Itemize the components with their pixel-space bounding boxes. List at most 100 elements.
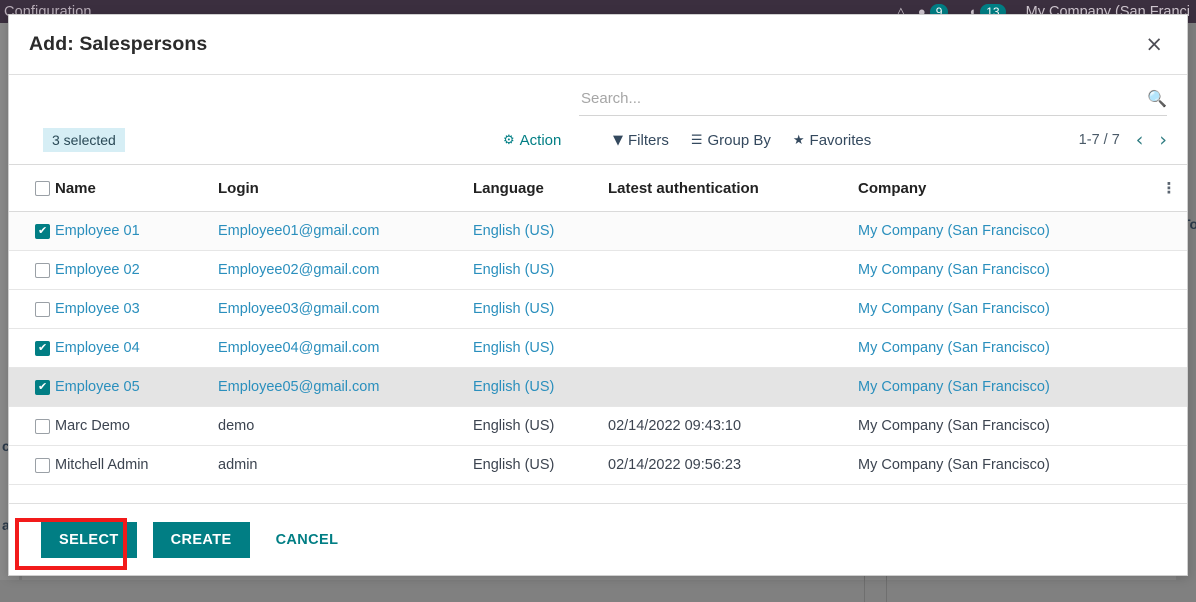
cell-login: admin <box>218 445 473 485</box>
add-salespersons-dialog: Add: Salespersons × 🔍 3 selected ⚙ Actio… <box>8 14 1188 576</box>
row-select-cell <box>9 250 55 290</box>
cell-company-link[interactable]: My Company (San Francisco) <box>858 379 1050 395</box>
group-by-button[interactable]: ☰ Group By <box>691 132 771 149</box>
cell-login-link[interactable]: Employee05@gmail.com <box>218 379 379 395</box>
cancel-button[interactable]: CANCEL <box>270 531 345 549</box>
cell-latest-authentication <box>608 328 858 368</box>
cell-company: My Company (San Francisco) <box>858 211 1151 251</box>
row-checkbox[interactable] <box>35 223 50 239</box>
cell-name: Employee 03 <box>55 289 218 329</box>
header-name[interactable]: Name <box>55 164 218 212</box>
cell-name: Employee 05 <box>55 367 218 407</box>
header-login[interactable]: Login <box>218 164 473 212</box>
search-icon[interactable]: 🔍 <box>1147 89 1167 108</box>
cell-company: My Company (San Francisco) <box>858 445 1151 485</box>
row-checkbox[interactable] <box>35 301 50 317</box>
table-head: Name Login Language Latest authenticatio… <box>9 164 1187 212</box>
row-checkbox[interactable] <box>35 457 50 473</box>
search-bar[interactable]: 🔍 <box>579 89 1167 116</box>
cell-language-link[interactable]: English (US) <box>473 340 554 356</box>
filter-icon: ▼ <box>613 132 623 148</box>
toolbar-row: 3 selected ⚙ Action ▼ Filters ☰ Group By… <box>9 116 1187 164</box>
cell-company: My Company (San Francisco) <box>858 250 1151 290</box>
cell-company-link[interactable]: My Company (San Francisco) <box>858 262 1050 278</box>
filters-button[interactable]: ▼ Filters <box>613 132 669 149</box>
table-row[interactable]: Employee 04 Employee04@gmail.com English (… <box>9 328 1187 368</box>
select-button[interactable]: SELECT <box>41 521 137 558</box>
cell-latest-authentication <box>608 211 858 251</box>
close-icon[interactable]: × <box>1139 30 1169 59</box>
table-row[interactable]: Employee 05 Employee05@gmail.com English (… <box>9 367 1187 407</box>
cell-login-link[interactable]: Employee04@gmail.com <box>218 340 379 356</box>
cell-login-link[interactable]: Employee01@gmail.com <box>218 223 379 239</box>
records-table: Name Login Language Latest authenticatio… <box>9 164 1187 485</box>
action-button[interactable]: ⚙ Action <box>503 132 561 149</box>
pager-next-icon[interactable]: › <box>1159 130 1167 150</box>
header-options-cell: ⋮ <box>1151 164 1187 212</box>
cell-company-link[interactable]: My Company (San Francisco) <box>858 301 1050 317</box>
row-options-cell <box>1151 367 1187 407</box>
row-select-cell <box>9 328 55 368</box>
cell-name-link[interactable]: Employee 01 <box>55 223 140 239</box>
table-row[interactable]: Marc Demo demo English (US) 02/14/2022 09:4… <box>9 406 1187 446</box>
cell-name: Mitchell Admin <box>55 445 218 485</box>
cell-company-link[interactable]: My Company (San Francisco) <box>858 340 1050 356</box>
control-panel: 🔍 3 selected ⚙ Action ▼ Filters ☰ Group … <box>9 75 1187 164</box>
favorites-label: Favorites <box>809 131 872 149</box>
cell-company-link[interactable]: My Company (San Francisco) <box>858 223 1050 239</box>
pager-previous-icon[interactable]: ‹ <box>1136 130 1144 150</box>
table-row[interactable]: Mitchell Admin admin English (US) 02/14/202… <box>9 445 1187 485</box>
row-select-cell <box>9 367 55 407</box>
cell-login-link[interactable]: Employee02@gmail.com <box>218 262 379 278</box>
row-select-cell <box>9 445 55 485</box>
cell-name-link[interactable]: Employee 05 <box>55 379 140 395</box>
list-icon: ☰ <box>690 132 703 148</box>
table-body: Employee 01 Employee01@gmail.com English (… <box>9 211 1187 485</box>
header-latest-authentication[interactable]: Latest authentication <box>608 164 858 212</box>
cell-language-link[interactable]: English (US) <box>473 262 554 278</box>
cell-name-link[interactable]: Employee 04 <box>55 340 140 356</box>
cell-login: Employee01@gmail.com <box>218 211 473 251</box>
table-row[interactable]: Employee 01 Employee01@gmail.com English (… <box>9 211 1187 251</box>
header-company[interactable]: Company <box>858 164 1151 212</box>
cell-language-link[interactable]: English (US) <box>473 223 554 239</box>
row-options-cell <box>1151 289 1187 329</box>
table-row[interactable]: Employee 02 Employee02@gmail.com English (… <box>9 250 1187 290</box>
background-bottom-strip <box>0 580 1196 602</box>
pager-count: 1-7 / 7 <box>1078 132 1120 148</box>
header-select-all-cell <box>9 164 55 212</box>
vertical-dots-icon[interactable]: ⋮ <box>1162 179 1177 197</box>
cell-name-link[interactable]: Employee 02 <box>55 262 140 278</box>
row-options-cell <box>1151 328 1187 368</box>
create-button[interactable]: CREATE <box>152 521 250 558</box>
row-checkbox[interactable] <box>35 418 50 434</box>
row-checkbox[interactable] <box>35 340 50 356</box>
cell-language: English (US) <box>473 445 608 485</box>
row-checkbox[interactable] <box>35 379 50 395</box>
cell-language: English (US) <box>473 289 608 329</box>
select-all-checkbox[interactable] <box>35 181 50 197</box>
filters-label: Filters <box>628 131 669 149</box>
favorites-button[interactable]: ★ Favorites <box>793 132 871 149</box>
cell-language-link[interactable]: English (US) <box>473 379 554 395</box>
pager: 1-7 / 7 ‹ › <box>1078 130 1167 150</box>
table-row[interactable]: Employee 03 Employee03@gmail.com English (… <box>9 289 1187 329</box>
search-input[interactable] <box>579 89 1140 108</box>
records-table-container: Name Login Language Latest authenticatio… <box>9 164 1187 503</box>
cell-company: My Company (San Francisco) <box>858 289 1151 329</box>
cell-login-link[interactable]: Employee03@gmail.com <box>218 301 379 317</box>
cell-name-link[interactable]: Employee 03 <box>55 301 140 317</box>
row-checkbox[interactable] <box>35 262 50 278</box>
cell-language-link[interactable]: English (US) <box>473 301 554 317</box>
background-panel-divider-2 <box>886 575 887 602</box>
cell-login: Employee04@gmail.com <box>218 328 473 368</box>
selected-count-badge: 3 selected <box>43 128 125 152</box>
cell-login: Employee05@gmail.com <box>218 367 473 407</box>
cell-language: English (US) <box>473 211 608 251</box>
cell-language: English (US) <box>473 406 608 446</box>
action-label: Action <box>519 131 562 149</box>
header-language[interactable]: Language <box>473 164 608 212</box>
row-select-cell <box>9 289 55 329</box>
star-icon: ★ <box>792 132 805 148</box>
cell-name: Employee 02 <box>55 250 218 290</box>
